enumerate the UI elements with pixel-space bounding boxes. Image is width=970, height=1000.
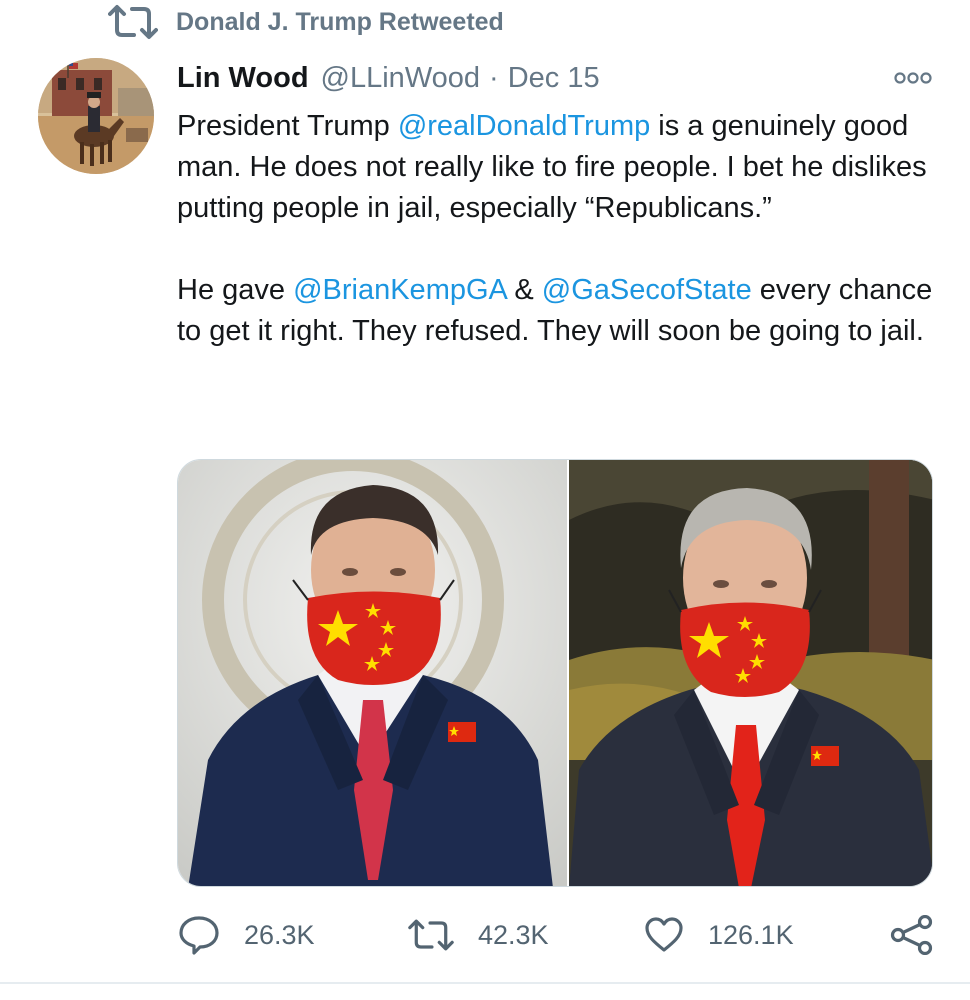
tweet-divider <box>0 982 970 984</box>
reply-icon <box>178 915 220 955</box>
retweet-icon <box>408 918 454 952</box>
retweet-button[interactable]: 42.3K <box>408 910 549 960</box>
heart-icon <box>644 917 684 953</box>
retweeted-by-label: Donald J. Trump Retweeted <box>176 7 504 36</box>
author-name[interactable]: Lin Wood <box>177 62 309 95</box>
photo-man-right-icon <box>568 460 932 886</box>
tweet-paragraph-2: He gave @BrianKempGA & @GaSecofState eve… <box>177 270 947 352</box>
author-handle[interactable]: @LLinWood <box>321 62 481 95</box>
photo-man-left-icon <box>178 460 567 886</box>
share-button[interactable] <box>890 910 934 960</box>
like-count: 126.1K <box>708 919 794 950</box>
retweeted-by-bar[interactable]: Donald J. Trump Retweeted <box>108 2 504 42</box>
tweet-media[interactable] <box>177 459 933 887</box>
reply-button[interactable]: 26.3K <box>178 910 315 960</box>
tweet-text: President Trump @realDonaldTrump is a ge… <box>177 106 947 352</box>
header-separator: · <box>489 61 499 94</box>
tweet-paragraph-1: President Trump @realDonaldTrump is a ge… <box>177 106 947 229</box>
like-button[interactable]: 126.1K <box>644 910 794 960</box>
avatar-painting-icon <box>38 58 154 174</box>
more-options-button[interactable] <box>890 66 936 90</box>
text-segment: & <box>506 274 542 306</box>
more-options-icon <box>894 72 932 84</box>
tweet-header: Lin Wood @LLinWood · Dec 15 <box>177 56 600 100</box>
mention-link[interactable]: @realDonaldTrump <box>398 110 650 142</box>
author-avatar[interactable] <box>38 58 154 174</box>
text-segment: President Trump <box>177 110 398 142</box>
text-segment: He gave <box>177 274 294 306</box>
retweet-count: 42.3K <box>478 919 549 950</box>
mention-link[interactable]: @BrianKempGA <box>293 274 506 306</box>
tweet-date[interactable]: Dec 15 <box>508 62 600 95</box>
media-photo-left[interactable] <box>178 460 567 886</box>
retweet-icon <box>108 4 158 40</box>
mention-link[interactable]: @GaSecofState <box>542 274 752 306</box>
media-photo-right[interactable] <box>566 460 932 886</box>
reply-count: 26.3K <box>244 919 315 950</box>
share-icon <box>890 915 934 955</box>
